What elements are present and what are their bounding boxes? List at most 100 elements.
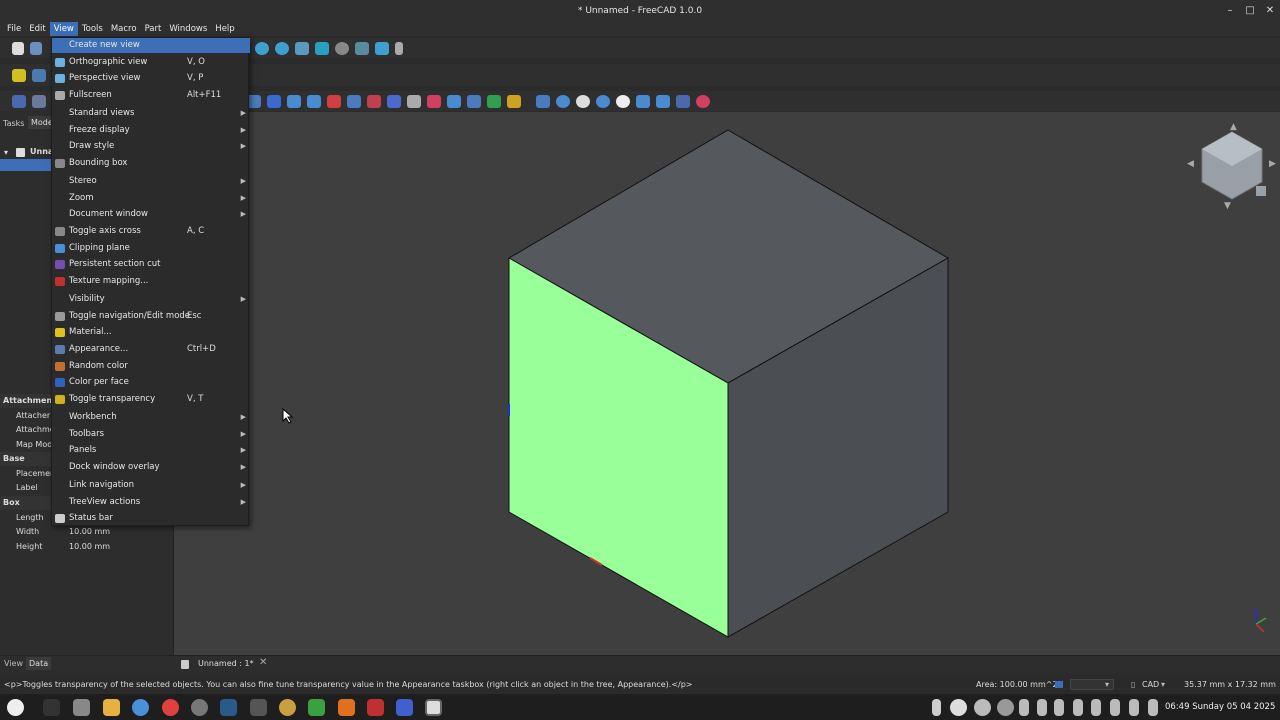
steam-icon[interactable]	[220, 699, 237, 716]
view-menu-item[interactable]: Document window ▶	[52, 207, 250, 222]
freecad-taskbar-icon[interactable]	[425, 699, 442, 716]
open-document-icon[interactable]	[30, 41, 42, 55]
measure-icon[interactable]	[375, 41, 389, 55]
split-toolbox-icon[interactable]	[656, 94, 670, 108]
folder-icon[interactable]	[32, 68, 46, 82]
tray-sync-icon[interactable]	[974, 699, 991, 716]
disk-icon[interactable]	[73, 699, 90, 716]
view-menu-item[interactable]: Visibility ▶	[52, 292, 250, 307]
tray-phone-icon[interactable]	[1037, 699, 1047, 716]
part-loft-icon[interactable]	[427, 94, 441, 108]
menu-part[interactable]: Part	[141, 22, 166, 36]
taskbar-clock[interactable]: 06:49 Sunday 05 04 2025	[1165, 702, 1275, 712]
part-revolve-icon[interactable]	[307, 94, 321, 108]
file-manager-icon[interactable]	[103, 699, 120, 716]
chrome-icon[interactable]	[132, 699, 149, 716]
isometric-view-icon[interactable]	[295, 41, 309, 55]
check-geometry-icon[interactable]	[696, 94, 710, 108]
part-sweep-icon[interactable]	[447, 94, 461, 108]
part-compound-icon[interactable]	[536, 94, 550, 108]
part-shape-builder-icon[interactable]	[267, 94, 281, 108]
part-cross-sections-icon[interactable]	[487, 94, 501, 108]
part-chamfer-icon[interactable]	[367, 94, 381, 108]
view-menu-item[interactable]: Stereo ▶	[52, 174, 250, 189]
close-button[interactable]: ✕	[1260, 0, 1280, 22]
navigation-style[interactable]: CAD	[1142, 677, 1159, 692]
front-view-icon[interactable]	[315, 41, 329, 55]
menu-file[interactable]: File	[3, 22, 25, 36]
property-value[interactable]: 10.00 mm	[69, 540, 110, 554]
view-menu-item[interactable]: Zoom ▶	[52, 191, 250, 206]
view-menu-item[interactable]: Perspective view V, P	[52, 71, 250, 86]
view-menu-item[interactable]: Texture mapping...	[52, 274, 250, 289]
cut-icon[interactable]	[576, 94, 590, 108]
vlc-icon[interactable]	[338, 699, 355, 716]
view-menu-item[interactable]: Fullscreen Alt+F11	[52, 88, 250, 103]
tray-battery-icon[interactable]	[1148, 699, 1158, 716]
part-section-icon[interactable]	[467, 94, 481, 108]
view-menu-item[interactable]: Toggle navigation/Edit mode Esc	[52, 309, 250, 324]
discord-icon[interactable]	[396, 699, 413, 716]
terminal-icon[interactable]	[43, 699, 60, 716]
zoom-selection-icon[interactable]	[275, 41, 289, 55]
part-offset-icon[interactable]	[507, 94, 521, 108]
start-menu-icon[interactable]	[7, 699, 24, 716]
fuse-icon[interactable]	[596, 94, 610, 108]
clapper-icon[interactable]	[250, 699, 267, 716]
property-row[interactable]: Height 10.00 mm	[0, 540, 174, 554]
tree-expand-arrow[interactable]: ▾	[4, 148, 8, 157]
nav-chevron-icon[interactable]: ▾	[1161, 677, 1165, 692]
view-menu-item[interactable]: Freeze display ▶	[52, 123, 250, 138]
tab-document[interactable]: Unnamed : 1*	[198, 659, 254, 668]
boolean-icon[interactable]	[556, 94, 570, 108]
tab-tasks[interactable]: Tasks	[3, 119, 24, 128]
part-mirror-icon[interactable]	[327, 94, 341, 108]
view-menu-item[interactable]: TreeView actions ▶	[52, 495, 250, 510]
menu-edit[interactable]: Edit	[25, 22, 49, 36]
blender-icon[interactable]	[191, 699, 208, 716]
view-menu-item[interactable]: Persistent section cut	[52, 257, 250, 272]
part-tool-icon[interactable]	[32, 94, 46, 108]
view-menu-item[interactable]: Create new view	[52, 38, 250, 53]
measure-tool-icon[interactable]	[676, 94, 690, 108]
part-ruled-surface-icon[interactable]	[407, 94, 421, 108]
view-menu-item[interactable]: Draw style ▶	[52, 139, 250, 154]
part-extrude-icon[interactable]	[287, 94, 301, 108]
tray-clipboard-icon[interactable]	[932, 699, 941, 716]
property-row[interactable]: Width 10.00 mm	[0, 525, 174, 539]
view-menu-item[interactable]: Appearance... Ctrl+D	[52, 342, 250, 357]
workbench-icon[interactable]	[12, 68, 26, 82]
bounding-box-toolbar-icon[interactable]	[355, 41, 369, 55]
view-menu-item[interactable]: Toolbars ▶	[52, 427, 250, 442]
view-menu-item[interactable]: Color per face	[52, 375, 250, 390]
video-editor-icon[interactable]	[367, 699, 384, 716]
cube-scene[interactable]: ▲ ▼ ◀ ▶	[174, 112, 1280, 655]
media-player-icon[interactable]	[162, 699, 179, 716]
property-value[interactable]: 10.00 mm	[69, 525, 110, 539]
maximize-button[interactable]: □	[1240, 0, 1260, 22]
menu-windows[interactable]: Windows	[165, 22, 211, 36]
view-menu-item[interactable]: Orthographic view V, O	[52, 55, 250, 70]
view-menu-item[interactable]: Workbench ▶	[52, 410, 250, 425]
menu-view[interactable]: View	[49, 22, 78, 36]
tray-network-icon[interactable]	[1110, 699, 1120, 716]
view-menu-item[interactable]: Material...	[52, 325, 250, 340]
menu-tools[interactable]: Tools	[78, 22, 107, 36]
chevron-down-icon[interactable]: ▾	[1105, 677, 1109, 692]
view-menu-item[interactable]: Random color	[52, 359, 250, 374]
tray-notes-icon[interactable]	[1019, 699, 1029, 716]
tray-printer-icon[interactable]	[1073, 699, 1083, 716]
tray-brightness-icon[interactable]	[1054, 699, 1064, 716]
tray-steam-icon[interactable]	[997, 699, 1014, 716]
tray-doc-icon[interactable]	[1091, 699, 1101, 716]
view-menu-item[interactable]: Toggle axis cross A, C	[52, 224, 250, 239]
draw-style-icon[interactable]	[335, 41, 349, 55]
view-menu-item[interactable]: Status bar	[52, 511, 250, 526]
tab-view[interactable]: View	[4, 659, 23, 668]
gimp-icon[interactable]	[279, 699, 296, 716]
view-menu-item[interactable]: Bounding box	[52, 156, 250, 171]
view-menu-item[interactable]: Panels ▶	[52, 443, 250, 458]
minimize-button[interactable]: –	[1220, 0, 1240, 22]
tray-volume-icon[interactable]	[1129, 699, 1139, 716]
view-menu-item[interactable]: Clipping plane	[52, 241, 250, 256]
